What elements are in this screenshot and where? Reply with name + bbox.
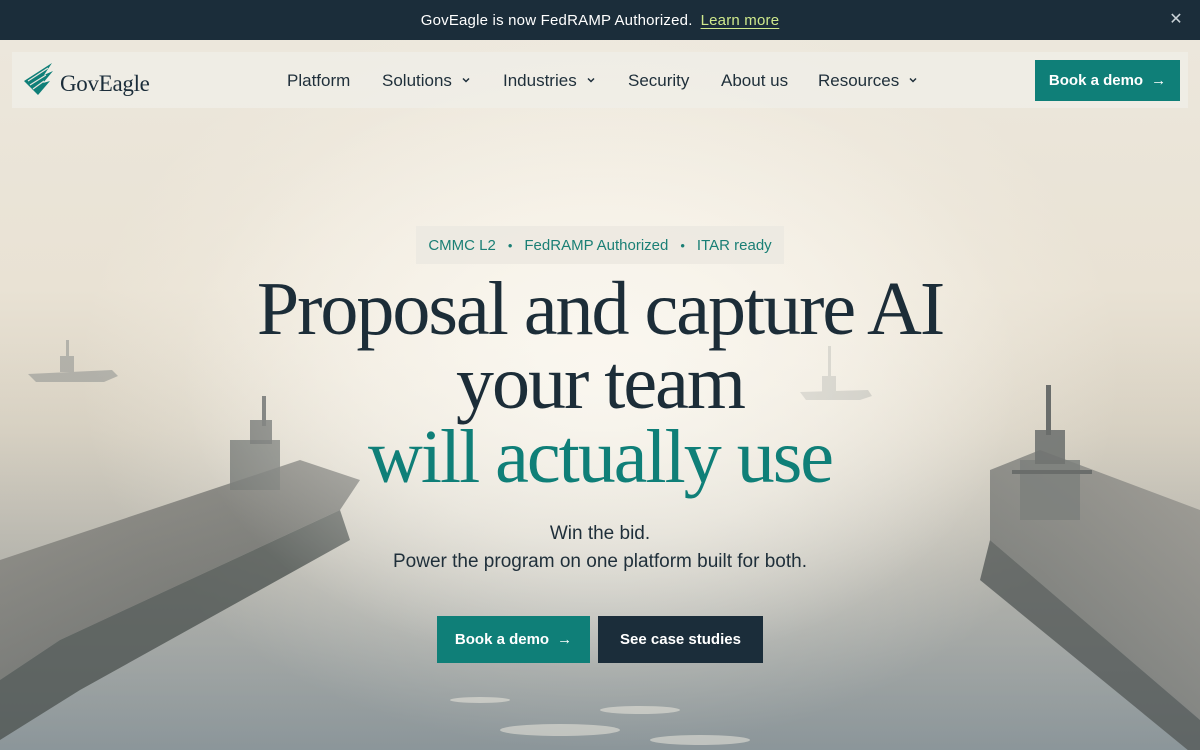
arrow-right-icon: → <box>557 631 573 648</box>
nav-item-platform[interactable]: Platform <box>287 70 350 92</box>
compliance-badge-strip: CMMC L2 • FedRAMP Authorized • ITAR read… <box>416 226 784 264</box>
badge-separator: • <box>680 237 685 253</box>
hero-headline: Proposal and capture AI your team will a… <box>0 267 1200 499</box>
main-menu: Platform Solutions Industries Security A… <box>12 52 1188 108</box>
badge-itar: ITAR ready <box>696 236 772 254</box>
headline-accent: will actually use <box>367 415 834 499</box>
hero-subheading: Win the bid. Power the program on one pl… <box>0 520 1200 576</box>
nav-book-demo-label: Book a demo <box>1048 72 1144 89</box>
headline-line-1: Proposal and capture AI <box>256 267 945 351</box>
badge-fedramp: FedRAMP Authorized <box>524 236 669 254</box>
close-icon[interactable]: ✕ <box>1166 10 1186 30</box>
nav-book-demo-button[interactable]: Book a demo → <box>1035 60 1180 101</box>
hero-cta-row: Book a demo → See case studies <box>437 616 763 663</box>
announcement-bar: GovEagle is now FedRAMP Authorized. Lear… <box>0 0 1200 40</box>
nav-item-label: Platform <box>287 71 351 90</box>
nav-item-security[interactable]: Security <box>628 70 689 92</box>
headline-line-2: your team <box>455 341 746 425</box>
nav-item-solutions[interactable]: Solutions <box>382 70 472 92</box>
hero-book-demo-button[interactable]: Book a demo → <box>437 616 590 663</box>
nav-item-label: About us <box>721 71 789 90</box>
chevron-down-icon <box>462 77 470 83</box>
badge-separator: • <box>507 237 513 253</box>
chevron-down-icon <box>909 77 917 83</box>
subheading-line-1: Win the bid. <box>549 523 651 544</box>
nav-item-label: Solutions <box>382 71 452 90</box>
arrow-right-icon: → <box>1151 72 1167 89</box>
nav-item-label: Security <box>628 71 690 90</box>
nav-item-about-us[interactable]: About us <box>721 70 788 92</box>
chevron-down-icon <box>587 77 595 83</box>
announcement-message: GovEagle is now FedRAMP Authorized. <box>420 11 693 29</box>
nav-item-label: Industries <box>503 71 577 90</box>
subheading-line-2: Power the program on one platform built … <box>392 551 807 572</box>
see-case-studies-label: See case studies <box>620 631 741 648</box>
hero-book-demo-label: Book a demo <box>454 631 550 648</box>
nav-item-resources[interactable]: Resources <box>818 70 919 92</box>
nav-item-label: Resources <box>818 71 900 90</box>
top-navbar: GovEagle Platform Solutions Industries S… <box>12 52 1188 108</box>
badge-cmmc: CMMC L2 <box>428 236 496 254</box>
nav-item-industries[interactable]: Industries <box>503 70 597 92</box>
see-case-studies-button[interactable]: See case studies <box>598 616 763 663</box>
announcement-learn-more-link[interactable]: Learn more <box>701 12 780 29</box>
